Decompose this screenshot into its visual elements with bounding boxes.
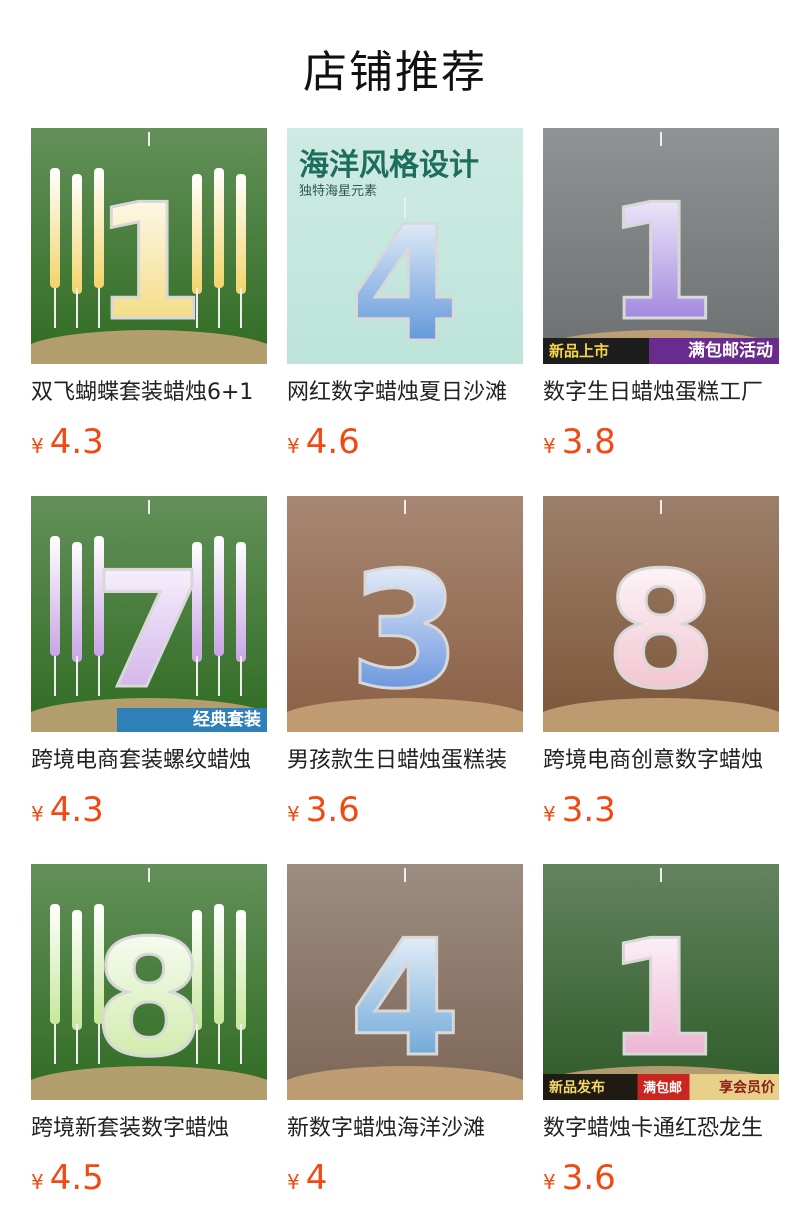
svg-text:1: 1 <box>605 169 716 356</box>
product-card[interactable]: 3 男孩款生日蜡烛蛋糕装 ¥3.6 <box>287 496 523 830</box>
product-card[interactable]: 7 经典套装跨境电商套装螺纹蜡烛 ¥4.3 <box>31 496 267 830</box>
product-grid: 1 双飞蝴蝶套装蜡烛6+1 ¥4.3 4 海洋风格设计 独特海星元素 网红数字蜡烛夏日沙滩… <box>31 128 779 1228</box>
image-overlay-text: 满包邮活动 <box>688 341 773 361</box>
product-name[interactable]: 数字蜡烛卡通红恐龙生 <box>543 1114 779 1144</box>
image-overlay-text: 新品发布 <box>549 1080 605 1096</box>
product-card[interactable]: 4 新数字蜡烛海洋沙滩 ¥4 <box>287 864 523 1198</box>
product-price: 3.3 <box>561 790 616 830</box>
currency-symbol: ¥ <box>287 434 300 458</box>
product-name[interactable]: 男孩款生日蜡烛蛋糕装 <box>287 746 523 776</box>
currency-symbol: ¥ <box>287 1170 300 1194</box>
image-overlay-text: 海洋风格设计 <box>299 148 479 183</box>
product-image[interactable]: 8 <box>543 496 779 732</box>
product-name[interactable]: 新数字蜡烛海洋沙滩 <box>287 1114 523 1144</box>
svg-text:4: 4 <box>349 905 460 1092</box>
page-title: 店铺推荐 <box>303 47 487 98</box>
svg-text:8: 8 <box>93 905 204 1092</box>
product-price: 4.3 <box>49 422 104 462</box>
image-overlay-text: 享会员价 <box>719 1080 775 1096</box>
product-name[interactable]: 跨境电商套装螺纹蜡烛 <box>31 746 267 776</box>
image-overlay-text: 满包邮 <box>643 1081 683 1096</box>
product-card[interactable]: 4 海洋风格设计 独特海星元素网红数字蜡烛夏日沙滩 ¥4.6 <box>287 128 523 462</box>
svg-text:1: 1 <box>605 905 716 1092</box>
price-row: ¥4.3 <box>31 422 267 462</box>
product-price: 4.3 <box>49 790 104 830</box>
price-row: ¥3.6 <box>287 790 523 830</box>
currency-symbol: ¥ <box>543 1170 556 1194</box>
svg-text:3: 3 <box>349 537 460 724</box>
svg-text:1: 1 <box>93 169 204 356</box>
price-row: ¥4.3 <box>31 790 267 830</box>
product-name[interactable]: 跨境新套装数字蜡烛 <box>31 1114 267 1144</box>
currency-symbol: ¥ <box>287 802 300 826</box>
product-price: 3.6 <box>305 790 360 830</box>
price-row: ¥4.6 <box>287 422 523 462</box>
product-name[interactable]: 数字生日蜡烛蛋糕工厂 <box>543 378 779 408</box>
product-card[interactable]: 1 新品上市 满包邮活动数字生日蜡烛蛋糕工厂 ¥3.8 <box>543 128 779 462</box>
currency-symbol: ¥ <box>31 802 44 826</box>
product-price: 4.5 <box>49 1158 104 1198</box>
product-price: 3.6 <box>561 1158 616 1198</box>
product-image[interactable]: 7 经典套装 <box>31 496 267 732</box>
product-price: 3.8 <box>561 422 616 462</box>
product-name[interactable]: 双飞蝴蝶套装蜡烛6+1 <box>31 378 267 408</box>
price-row: ¥3.3 <box>543 790 779 830</box>
currency-symbol: ¥ <box>543 434 556 458</box>
product-image[interactable]: 1 新品上市 满包邮活动 <box>543 128 779 364</box>
product-name[interactable]: 跨境电商创意数字蜡烛 <box>543 746 779 776</box>
price-row: ¥3.6 <box>543 1158 779 1198</box>
image-overlay-text: 经典套装 <box>193 710 261 730</box>
price-row: ¥4 <box>287 1158 523 1198</box>
svg-text:8: 8 <box>605 537 716 724</box>
image-overlay-text: 新品上市 <box>549 342 610 360</box>
product-card[interactable]: 8 跨境新套装数字蜡烛 ¥4.5 <box>31 864 267 1198</box>
product-name[interactable]: 网红数字蜡烛夏日沙滩 <box>287 378 523 408</box>
svg-text:7: 7 <box>93 537 204 724</box>
price-row: ¥4.5 <box>31 1158 267 1198</box>
product-image[interactable]: 3 <box>287 496 523 732</box>
product-price: 4 <box>305 1158 328 1198</box>
product-image[interactable]: 4 <box>287 864 523 1100</box>
product-image[interactable]: 1 <box>31 128 267 364</box>
product-card[interactable]: 1 新品发布 满包邮 享会员价数字蜡烛卡通红恐龙生 ¥3.6 <box>543 864 779 1198</box>
currency-symbol: ¥ <box>31 1170 44 1194</box>
product-card[interactable]: 8 跨境电商创意数字蜡烛 ¥3.3 <box>543 496 779 830</box>
price-row: ¥3.8 <box>543 422 779 462</box>
product-card[interactable]: 1 双飞蝴蝶套装蜡烛6+1 ¥4.3 <box>31 128 267 462</box>
product-image[interactable]: 8 <box>31 864 267 1100</box>
product-image[interactable]: 4 海洋风格设计 独特海星元素 <box>287 128 523 364</box>
currency-symbol: ¥ <box>543 802 556 826</box>
product-price: 4.6 <box>305 422 360 462</box>
currency-symbol: ¥ <box>31 434 44 458</box>
image-overlay-text: 独特海星元素 <box>299 184 378 199</box>
product-image[interactable]: 1 新品发布 满包邮 享会员价 <box>543 864 779 1100</box>
